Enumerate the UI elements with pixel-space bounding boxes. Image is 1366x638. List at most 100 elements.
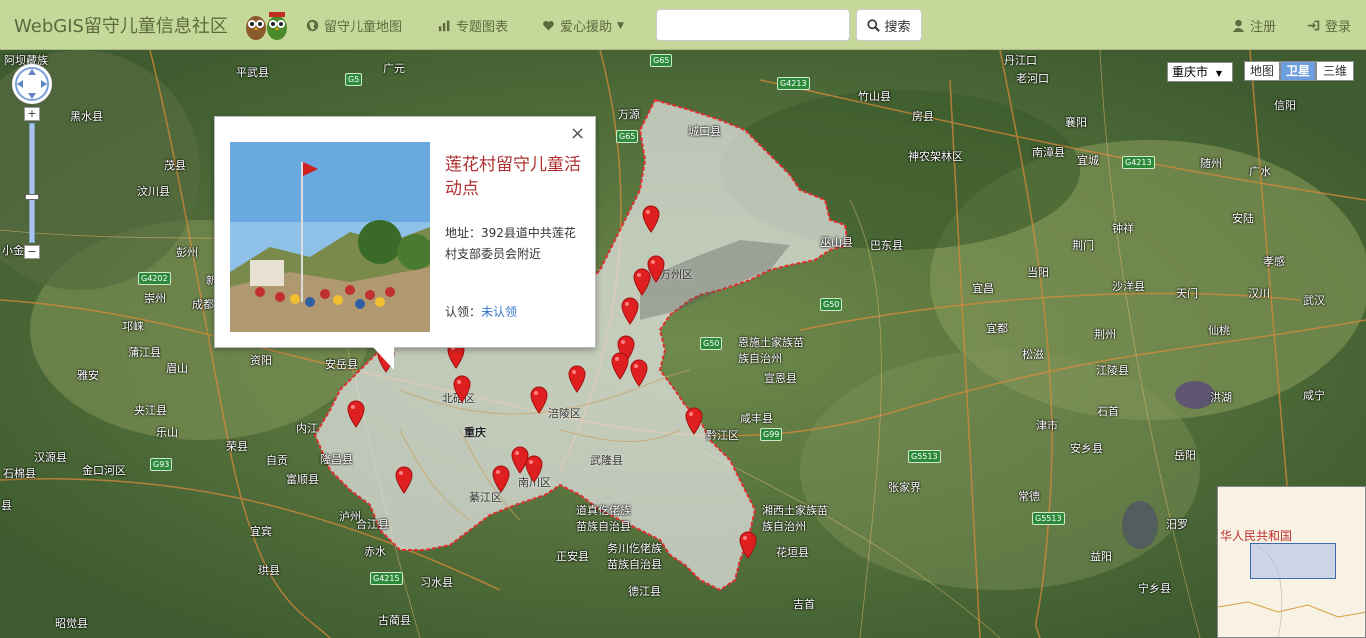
- map-label: 巴东县: [870, 239, 903, 252]
- login-link[interactable]: 登录: [1307, 16, 1351, 35]
- pan-control[interactable]: [12, 64, 52, 104]
- search-input[interactable]: [656, 9, 850, 41]
- map-label: 武汉: [1303, 294, 1325, 307]
- map-label: 咸丰县: [740, 412, 773, 425]
- map-label: 岳阳: [1174, 449, 1196, 462]
- map-label: 当阳: [1027, 266, 1049, 279]
- nav-aid-dropdown[interactable]: 爱心援助 ▼: [542, 16, 624, 35]
- zoom-thumb[interactable]: [25, 194, 39, 200]
- bar-chart-icon: [438, 20, 450, 32]
- city-select[interactable]: 重庆市 ▼: [1167, 62, 1233, 82]
- site-brand[interactable]: WebGIS留守儿童信息社区: [14, 12, 228, 38]
- map-label: 丹江口: [1004, 54, 1037, 67]
- register-link[interactable]: 注册: [1232, 16, 1276, 35]
- map-pin-icon[interactable]: [632, 268, 652, 296]
- map-pin-icon[interactable]: [620, 297, 640, 325]
- popup-title: 莲花村留守儿童活动点: [445, 155, 581, 199]
- map-label: 合江县: [356, 518, 389, 531]
- map-pin-icon[interactable]: [394, 466, 414, 494]
- map-label: 重庆: [464, 426, 486, 439]
- map-label: 隆昌县: [320, 453, 353, 466]
- zoom-track[interactable]: [29, 123, 35, 243]
- nav-map-link[interactable]: 留守儿童地图: [306, 16, 402, 35]
- map-label: 孝感: [1263, 255, 1285, 268]
- overview-viewport[interactable]: [1250, 543, 1336, 579]
- map-pin-icon[interactable]: [346, 400, 366, 428]
- user-icon: [1232, 19, 1245, 32]
- road-shield: G5513: [1032, 512, 1065, 525]
- map-label: 资阳: [250, 354, 272, 367]
- road-shield: G99: [760, 428, 783, 441]
- map-canvas[interactable]: 阿坝藏族 平武县 广元 万源 城口县 竹山县 黑水县 茂县 汶川县 小金 彭州 …: [0, 50, 1366, 638]
- map-label: 黑水县: [70, 110, 103, 123]
- map-pin-icon[interactable]: [529, 386, 549, 414]
- map-label: 珙县: [258, 564, 280, 577]
- map-label: 成都: [192, 298, 214, 311]
- map-label: 涪陵区: [548, 407, 581, 420]
- map-label: 天门: [1176, 287, 1198, 300]
- overview-map[interactable]: 华人民共和国: [1217, 486, 1366, 638]
- map-label: 巫山县: [820, 236, 853, 249]
- maptype-map-button[interactable]: 地图: [1244, 61, 1280, 81]
- zoom-out-button[interactable]: −: [24, 245, 40, 259]
- map-label: 安陆: [1232, 212, 1254, 225]
- map-pin-icon[interactable]: [684, 407, 704, 435]
- map-pin-icon[interactable]: [629, 359, 649, 387]
- road-shield: G5513: [908, 450, 941, 463]
- close-icon[interactable]: ×: [570, 123, 585, 144]
- map-pin-icon[interactable]: [641, 205, 661, 233]
- map-label: 汉川: [1248, 287, 1270, 300]
- login-icon: [1307, 20, 1320, 31]
- map-label: 恩施土家族苗族自治州: [738, 336, 804, 365]
- heart-icon: [543, 20, 554, 31]
- nav-charts-label: 专题图表: [456, 20, 509, 35]
- map-label: 蒲江县: [128, 346, 161, 359]
- map-label: 洪湖: [1210, 391, 1232, 404]
- map-label: 正安县: [556, 550, 589, 563]
- overview-country-label: 华人民共和国: [1220, 529, 1293, 543]
- road-shield: G4213: [1122, 156, 1155, 169]
- map-label: 习水县: [420, 576, 453, 589]
- info-window: × 莲花村留守儿童活动点 地址：392县道中共莲花村支部委员会附近 认领：未认领: [214, 116, 596, 348]
- search-button[interactable]: 搜索: [856, 9, 922, 41]
- map-label: 张家界: [888, 481, 921, 494]
- map-label: 崇州: [144, 292, 166, 305]
- maptype-satellite-button[interactable]: 卫星: [1280, 61, 1316, 81]
- road-shield: G50: [820, 298, 843, 311]
- popup-claim: 认领：未认领: [445, 303, 517, 320]
- map-label: 襄阳: [1065, 116, 1087, 129]
- road-shield: G4213: [777, 77, 810, 90]
- nav-map-label: 留守儿童地图: [324, 20, 403, 35]
- claim-status-link[interactable]: 未认领: [481, 305, 517, 319]
- map-label: 昭觉县: [55, 617, 88, 630]
- maptype-3d-button[interactable]: 三维: [1316, 61, 1354, 81]
- map-label: 富顺县: [286, 473, 319, 486]
- map-label: 信阳: [1274, 99, 1296, 112]
- map-label: 安岳县: [325, 358, 358, 371]
- map-label: 钟祥: [1112, 222, 1134, 235]
- zoom-slider[interactable]: + −: [24, 107, 40, 259]
- nav-charts-link[interactable]: 专题图表: [438, 16, 508, 35]
- satellite-base: [0, 50, 1366, 638]
- map-pin-icon[interactable]: [452, 375, 472, 403]
- map-label: 宜都: [986, 322, 1008, 335]
- caret-down-icon: ▼: [617, 20, 624, 31]
- map-pin-icon[interactable]: [610, 352, 630, 380]
- map-label: 道真仡佬族苗族自治县: [576, 504, 631, 533]
- map-label: 花垣县: [776, 546, 809, 559]
- search-icon: [867, 18, 881, 32]
- map-label: 仙桃: [1208, 324, 1230, 337]
- zoom-in-button[interactable]: +: [24, 107, 40, 121]
- map-label: 江陵县: [1096, 364, 1129, 377]
- map-pin-icon[interactable]: [491, 465, 511, 493]
- top-navbar: WebGIS留守儿童信息社区 留守儿童地图 专题图表 爱心援助 ▼ 搜索 注册 …: [0, 0, 1366, 50]
- map-pin-icon[interactable]: [738, 531, 758, 559]
- register-label: 注册: [1250, 20, 1277, 35]
- map-label: 德江县: [628, 585, 661, 598]
- map-pin-icon[interactable]: [567, 365, 587, 393]
- map-pin-icon[interactable]: [524, 455, 544, 483]
- map-label: 安乡县: [1070, 442, 1103, 455]
- map-label: 彭州: [176, 246, 198, 259]
- map-label: 宁乡县: [1138, 582, 1171, 595]
- map-label: 广水: [1249, 165, 1271, 178]
